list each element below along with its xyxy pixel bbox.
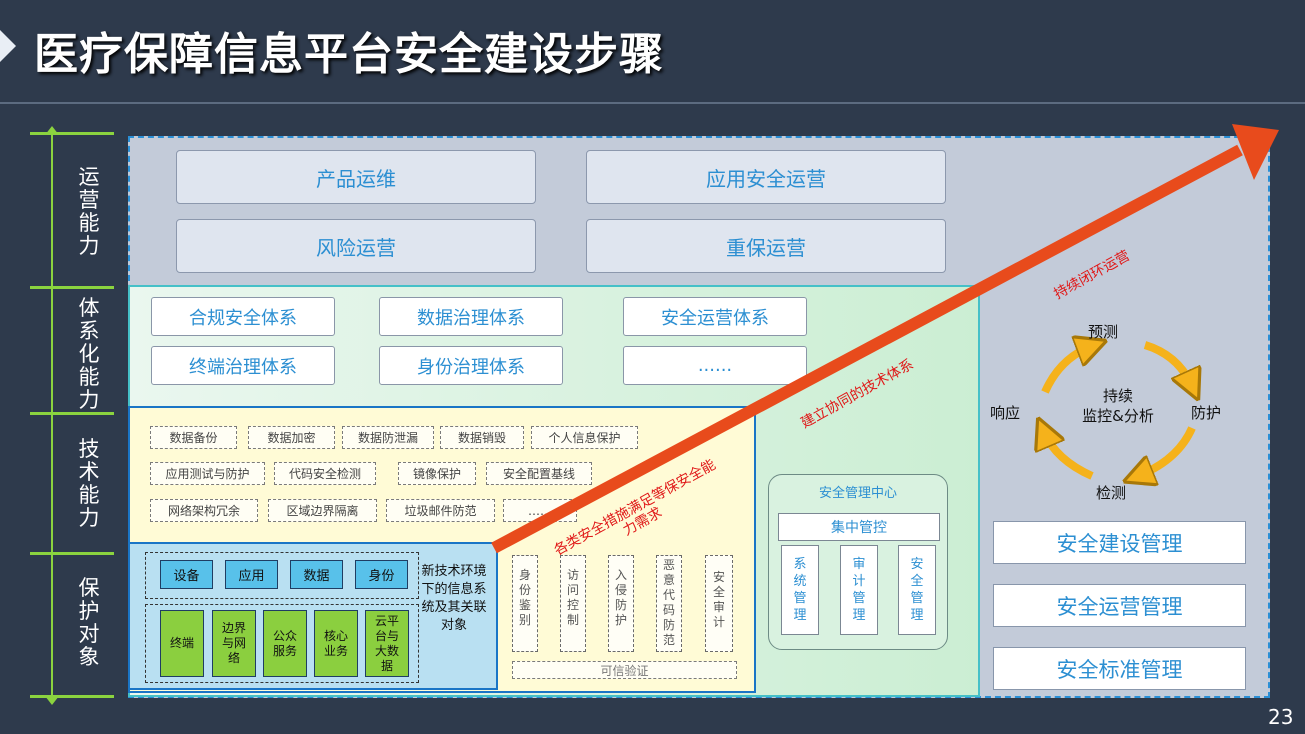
page-number: 23	[1268, 705, 1294, 729]
progress-arrow-icon	[491, 124, 1279, 554]
